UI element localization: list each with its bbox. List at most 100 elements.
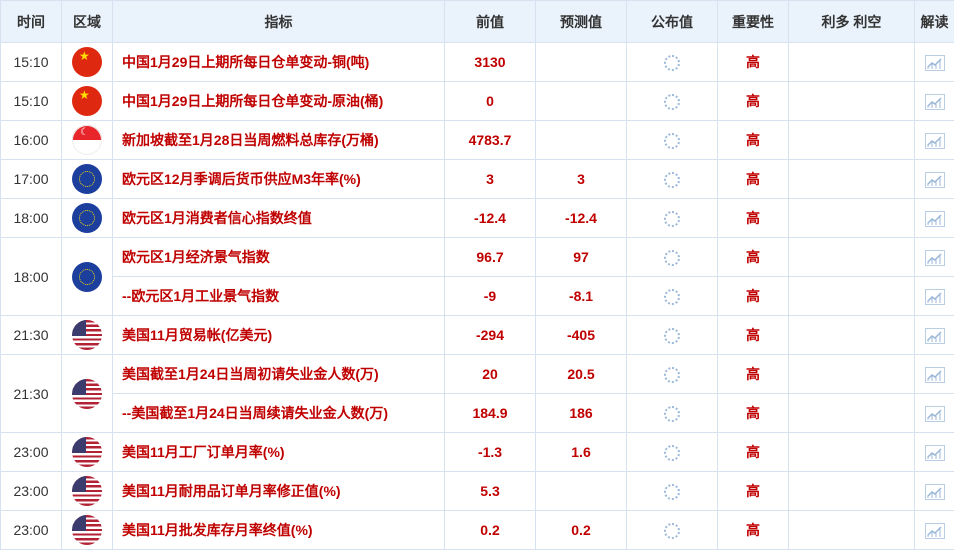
- published-value: [627, 394, 718, 433]
- event-time: 23:00: [1, 511, 62, 550]
- chart-icon[interactable]: [925, 289, 945, 305]
- interpret-cell[interactable]: [915, 43, 954, 82]
- loading-spinner-icon: [664, 250, 680, 266]
- interpret-cell[interactable]: [915, 355, 954, 394]
- usa-flag-icon: [72, 515, 102, 545]
- interpret-cell[interactable]: [915, 394, 954, 433]
- published-value: [627, 433, 718, 472]
- forecast-value: 97: [536, 238, 627, 277]
- region-cell: [62, 511, 113, 550]
- previous-value: -9: [445, 277, 536, 316]
- region-cell: [62, 121, 113, 160]
- bull-bear-cell: [789, 121, 915, 160]
- bull-bear-cell: [789, 316, 915, 355]
- loading-spinner-icon: [664, 328, 680, 344]
- forecast-value: -405: [536, 316, 627, 355]
- interpret-cell[interactable]: [915, 433, 954, 472]
- event-time: 15:10: [1, 43, 62, 82]
- indicator-name[interactable]: 欧元区12月季调后货币供应M3年率(%): [113, 160, 445, 199]
- previous-value: -1.3: [445, 433, 536, 472]
- interpret-cell[interactable]: [915, 82, 954, 121]
- table-row: 17:00欧元区12月季调后货币供应M3年率(%)33高: [1, 160, 954, 199]
- table-row: 16:00新加坡截至1月28日当周燃料总库存(万桶)4783.7高: [1, 121, 954, 160]
- bull-bear-cell: [789, 199, 915, 238]
- header-time: 时间: [1, 1, 62, 43]
- table-row: 23:00美国11月批发库存月率终值(%)0.20.2高: [1, 511, 954, 550]
- forecast-value: [536, 82, 627, 121]
- chart-icon[interactable]: [925, 523, 945, 539]
- previous-value: 3130: [445, 43, 536, 82]
- bull-bear-cell: [789, 394, 915, 433]
- usa-flag-icon: [72, 320, 102, 350]
- importance-value: 高: [718, 199, 789, 238]
- chart-icon[interactable]: [925, 367, 945, 383]
- event-time: 23:00: [1, 472, 62, 511]
- table-header-row: 时间 区域 指标 前值 预测值 公布值 重要性 利多 利空 解读: [1, 1, 954, 43]
- importance-value: 高: [718, 355, 789, 394]
- interpret-cell[interactable]: [915, 511, 954, 550]
- importance-value: 高: [718, 316, 789, 355]
- indicator-name[interactable]: --欧元区1月工业景气指数: [113, 277, 445, 316]
- importance-value: 高: [718, 511, 789, 550]
- interpret-cell[interactable]: [915, 121, 954, 160]
- chart-icon[interactable]: [925, 94, 945, 110]
- forecast-value: 3: [536, 160, 627, 199]
- interpret-cell[interactable]: [915, 199, 954, 238]
- china-flag-icon: [72, 47, 102, 77]
- chart-icon[interactable]: [925, 445, 945, 461]
- previous-value: 96.7: [445, 238, 536, 277]
- chart-icon[interactable]: [925, 250, 945, 266]
- event-time: 18:00: [1, 199, 62, 238]
- chart-icon[interactable]: [925, 484, 945, 500]
- header-importance: 重要性: [718, 1, 789, 43]
- chart-icon[interactable]: [925, 133, 945, 149]
- loading-spinner-icon: [664, 484, 680, 500]
- indicator-name[interactable]: 美国11月工厂订单月率(%): [113, 433, 445, 472]
- indicator-name[interactable]: 美国11月贸易帐(亿美元): [113, 316, 445, 355]
- interpret-cell[interactable]: [915, 238, 954, 277]
- interpret-cell[interactable]: [915, 316, 954, 355]
- indicator-name[interactable]: 中国1月29日上期所每日仓单变动-铜(吨): [113, 43, 445, 82]
- indicator-name[interactable]: 欧元区1月经济景气指数: [113, 238, 445, 277]
- loading-spinner-icon: [664, 523, 680, 539]
- bull-bear-cell: [789, 160, 915, 199]
- indicator-name[interactable]: 美国11月批发库存月率终值(%): [113, 511, 445, 550]
- forecast-value: [536, 121, 627, 160]
- region-cell: [62, 316, 113, 355]
- published-value: [627, 316, 718, 355]
- event-time: 21:30: [1, 316, 62, 355]
- indicator-name[interactable]: 欧元区1月消费者信心指数终值: [113, 199, 445, 238]
- chart-icon[interactable]: [925, 211, 945, 227]
- chart-icon[interactable]: [925, 406, 945, 422]
- loading-spinner-icon: [664, 367, 680, 383]
- indicator-name[interactable]: 中国1月29日上期所每日仓单变动-原油(桶): [113, 82, 445, 121]
- importance-value: 高: [718, 277, 789, 316]
- bull-bear-cell: [789, 433, 915, 472]
- importance-value: 高: [718, 121, 789, 160]
- loading-spinner-icon: [664, 172, 680, 188]
- previous-value: 0.2: [445, 511, 536, 550]
- chart-icon[interactable]: [925, 328, 945, 344]
- interpret-cell[interactable]: [915, 277, 954, 316]
- forecast-value: 186: [536, 394, 627, 433]
- published-value: [627, 238, 718, 277]
- interpret-cell[interactable]: [915, 160, 954, 199]
- header-published: 公布值: [627, 1, 718, 43]
- previous-value: 5.3: [445, 472, 536, 511]
- importance-value: 高: [718, 433, 789, 472]
- region-cell: [62, 355, 113, 433]
- indicator-name[interactable]: 美国截至1月24日当周初请失业金人数(万): [113, 355, 445, 394]
- loading-spinner-icon: [664, 289, 680, 305]
- previous-value: 3: [445, 160, 536, 199]
- indicator-name[interactable]: --美国截至1月24日当周续请失业金人数(万): [113, 394, 445, 433]
- indicator-name[interactable]: 美国11月耐用品订单月率修正值(%): [113, 472, 445, 511]
- published-value: [627, 277, 718, 316]
- indicator-name[interactable]: 新加坡截至1月28日当周燃料总库存(万桶): [113, 121, 445, 160]
- loading-spinner-icon: [664, 406, 680, 422]
- chart-icon[interactable]: [925, 55, 945, 71]
- interpret-cell[interactable]: [915, 472, 954, 511]
- china-flag-icon: [72, 86, 102, 116]
- published-value: [627, 511, 718, 550]
- chart-icon[interactable]: [925, 172, 945, 188]
- published-value: [627, 121, 718, 160]
